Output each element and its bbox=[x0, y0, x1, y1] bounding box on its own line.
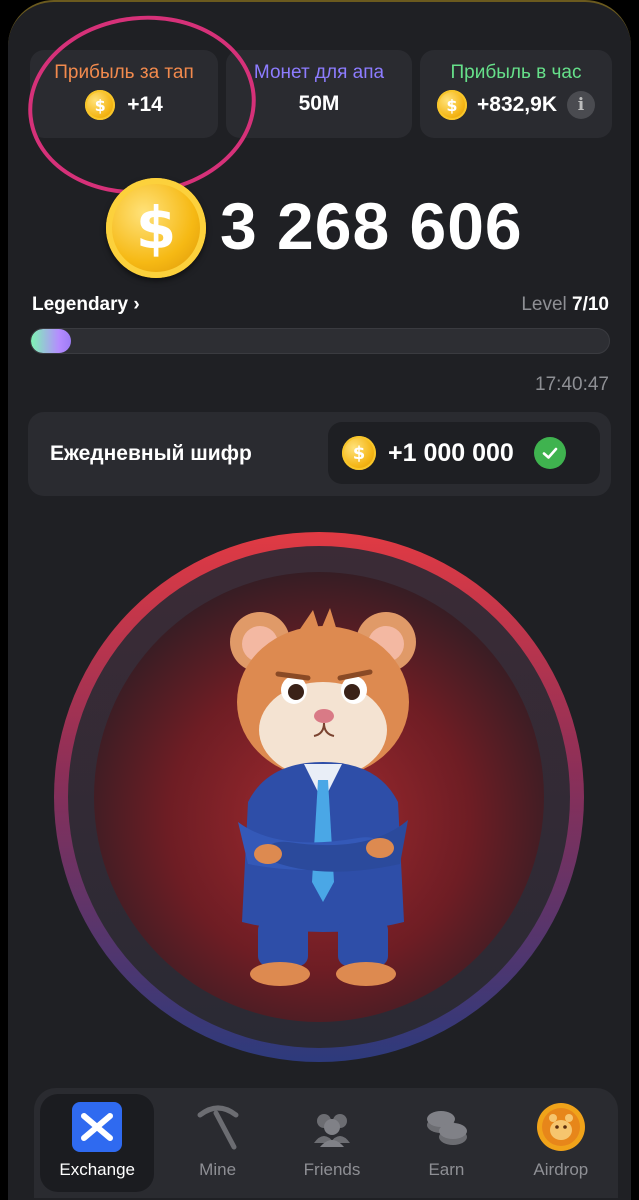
game-screen: Прибыль за тап $ +14 Монет для апа 50M П… bbox=[8, 0, 631, 1200]
profit-per-hour-value: +832,9K bbox=[477, 93, 557, 116]
exchange-icon bbox=[72, 1102, 123, 1152]
coin-balance: 3 268 606 bbox=[220, 189, 523, 263]
daily-cipher-card[interactable]: Ежедневный шифр $ +1 000 000 bbox=[28, 412, 611, 496]
hamster-character[interactable] bbox=[208, 602, 438, 1002]
info-icon[interactable]: i bbox=[566, 91, 595, 119]
chevron-right-icon: › bbox=[133, 294, 140, 315]
level-indicator: Level 7/10 bbox=[521, 294, 609, 316]
league-name: Legendary bbox=[32, 294, 129, 315]
level-progress-fill bbox=[31, 329, 72, 353]
level-value: 7/10 bbox=[572, 294, 609, 315]
daily-cipher-reward: $ +1 000 000 bbox=[328, 422, 600, 484]
coin-icon: $ bbox=[437, 90, 467, 120]
profit-per-tap-card[interactable]: Прибыль за тап $ +14 bbox=[30, 50, 218, 138]
nav-earn-label: Earn bbox=[428, 1160, 465, 1179]
friends-icon bbox=[307, 1102, 357, 1152]
profit-per-hour-card[interactable]: Прибыль в час $ +832,9K i bbox=[420, 50, 612, 138]
profit-per-tap-value: +14 bbox=[127, 93, 163, 116]
nav-airdrop[interactable]: Airdrop bbox=[504, 1088, 618, 1198]
league-link[interactable]: Legendary › bbox=[32, 294, 140, 316]
profit-per-hour-label: Прибыль в час bbox=[450, 62, 582, 83]
coin-icon: $ bbox=[85, 90, 116, 120]
coins-icon bbox=[421, 1102, 471, 1152]
nav-mine[interactable]: Mine bbox=[160, 1088, 274, 1198]
hamster-coin-icon bbox=[536, 1102, 586, 1152]
nav-exchange-label: Exchange bbox=[59, 1160, 136, 1179]
level-label: Level bbox=[521, 294, 567, 315]
nav-exchange[interactable]: Exchange bbox=[40, 1094, 155, 1192]
coins-to-level-up-card[interactable]: Монет для апа 50M bbox=[226, 50, 412, 138]
profit-per-tap-label: Прибыль за тап bbox=[54, 62, 194, 83]
level-progress-bar bbox=[30, 328, 610, 354]
coins-to-level-up-value: 50M bbox=[298, 92, 340, 115]
pickaxe-icon bbox=[193, 1102, 243, 1152]
nav-mine-label: Mine bbox=[199, 1160, 237, 1179]
nav-airdrop-label: Airdrop bbox=[533, 1160, 589, 1179]
nav-friends-label: Friends bbox=[303, 1160, 361, 1179]
nav-earn[interactable]: Earn bbox=[389, 1088, 503, 1198]
daily-cipher-title: Ежедневный шифр bbox=[50, 442, 252, 465]
coins-to-level-up-label: Монет для апа bbox=[253, 62, 385, 83]
big-coin-icon: $ bbox=[106, 178, 206, 278]
bottom-navigation: Exchange Mine Friends Earn Airdrop bbox=[34, 1088, 618, 1198]
nav-friends[interactable]: Friends bbox=[275, 1088, 389, 1198]
coin-icon: $ bbox=[342, 436, 376, 470]
clock: 17:40:47 bbox=[535, 374, 609, 395]
check-icon bbox=[533, 437, 566, 469]
daily-cipher-reward-value: +1 000 000 bbox=[388, 438, 514, 467]
